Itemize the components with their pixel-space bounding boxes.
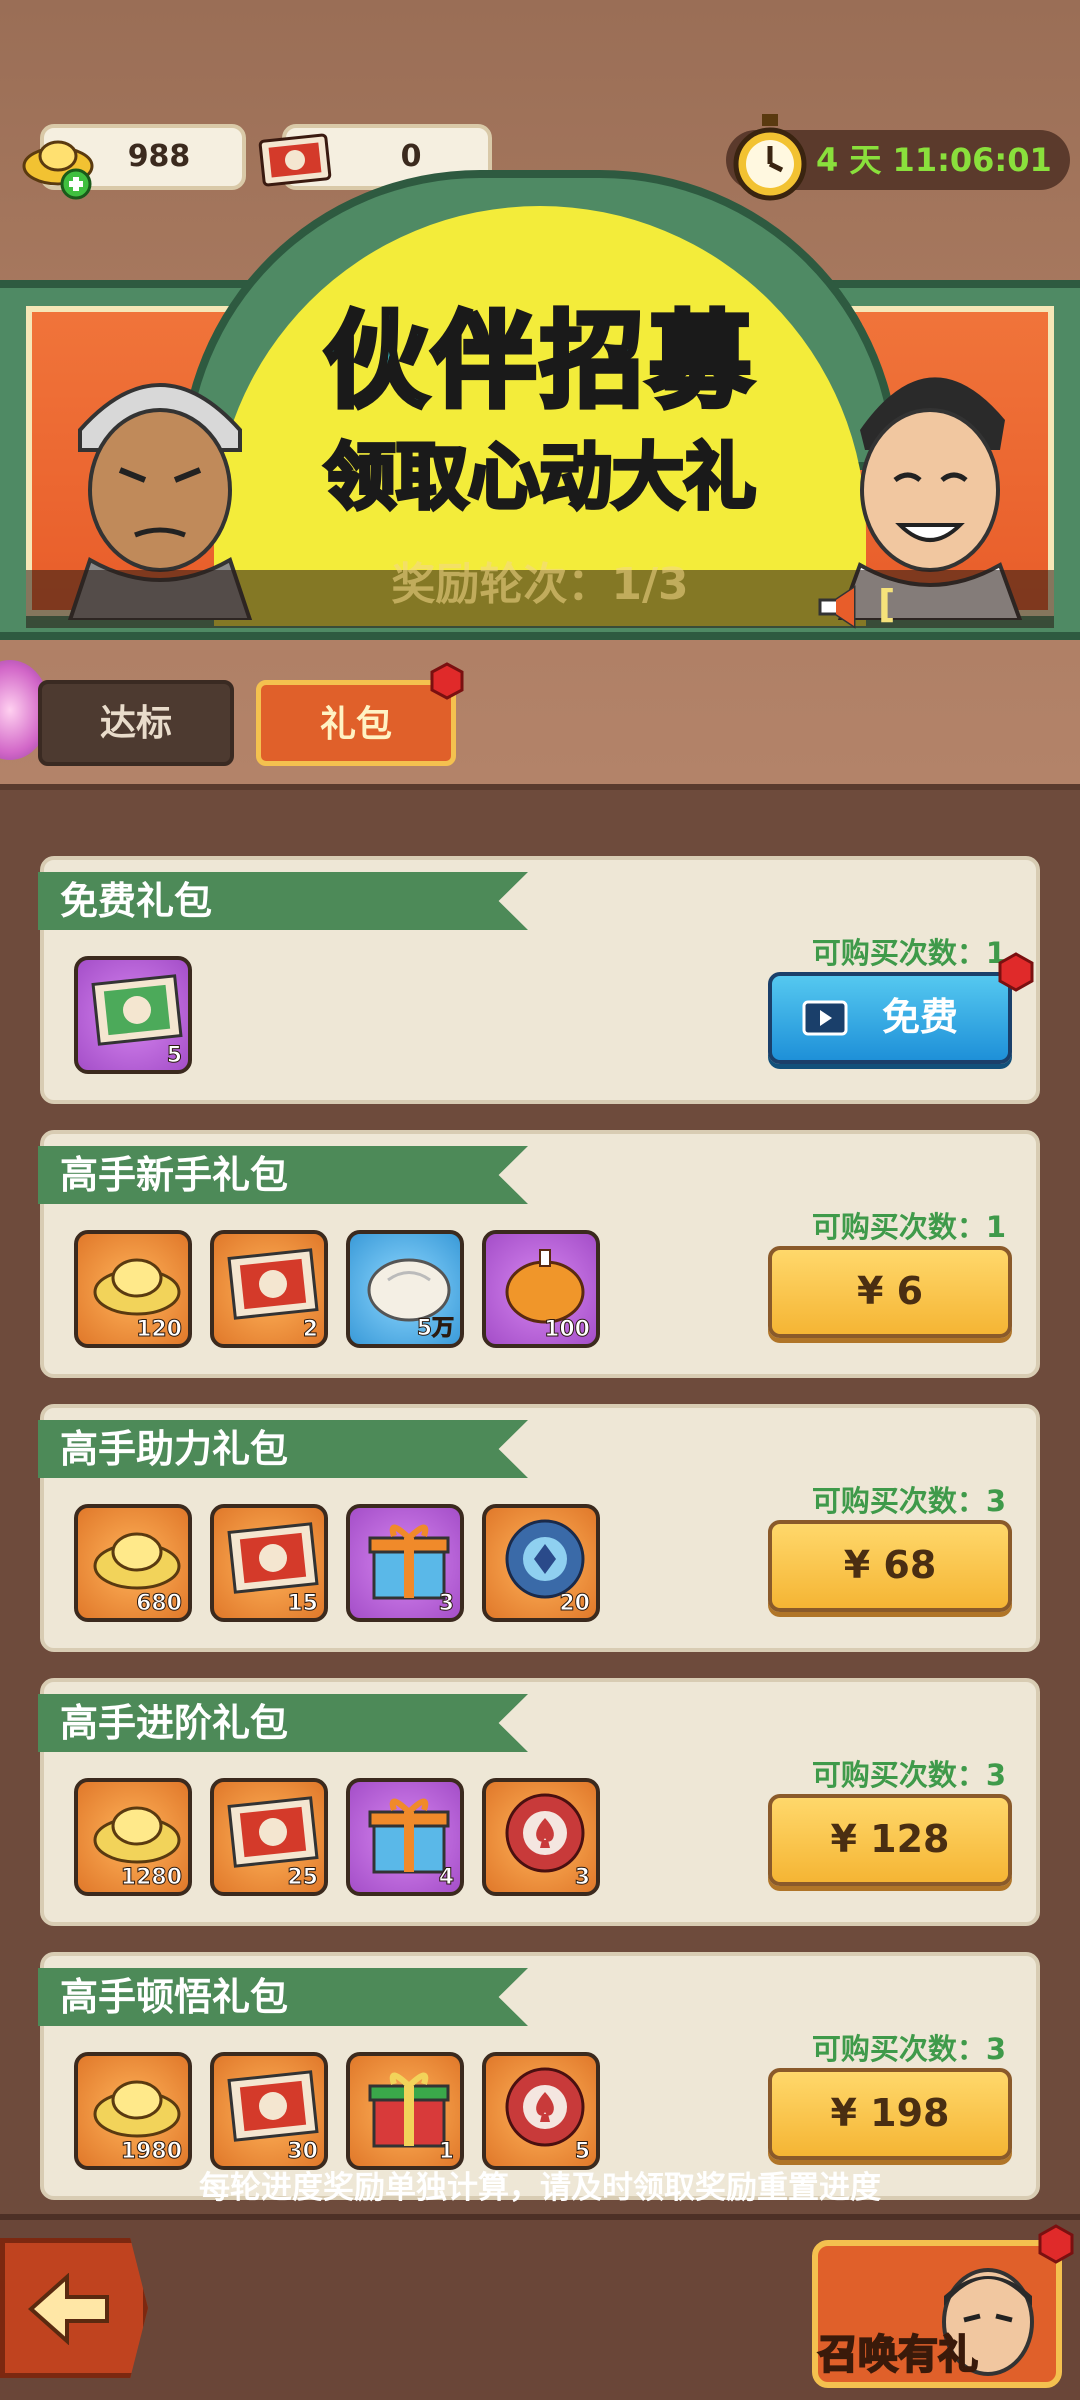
pack-item[interactable]: 100 [482, 1230, 600, 1348]
pack-item[interactable]: 30 [210, 2052, 328, 2170]
pack-item[interactable]: 680 [74, 1504, 192, 1622]
notification-dot-icon [998, 952, 1034, 992]
pack-item[interactable]: 2 [210, 1230, 328, 1348]
gift-pack-card: 高手新手礼包 可购买次数：1 120 2 5万 100 ¥ 6 [38, 1130, 1040, 1378]
item-quantity: 4 [438, 1865, 454, 1891]
item-quantity: 120 [136, 1317, 183, 1343]
gift-pack-list[interactable]: 免费礼包 可购买次数：1 5 免费 高手新手礼包 可购买次数：1 120 2 5… [0, 784, 1080, 2214]
item-quantity: 3 [574, 1865, 590, 1891]
gold-value: 988 [127, 139, 191, 174]
banner-title: 伙伴招募 [321, 298, 756, 425]
item-quantity: 1280 [120, 1865, 182, 1891]
purchase-limit: 可购买次数：1 [811, 1210, 1006, 1244]
progress-note: 每轮进度奖励单独计算，请及时领取奖励重置进度 [199, 2170, 881, 2206]
tab-gift[interactable]: 礼包 [256, 680, 456, 766]
pack-item[interactable]: 5 [74, 956, 192, 1074]
pack-item[interactable]: 1280 [74, 1778, 192, 1896]
notification-dot-icon [430, 662, 464, 700]
stopwatch-icon [733, 114, 807, 201]
video-ad-icon [802, 1000, 848, 1036]
pack-item[interactable]: 4 [346, 1778, 464, 1896]
pack-item[interactable]: 5 [482, 2052, 600, 2170]
pack-item[interactable]: 120 [74, 1230, 192, 1348]
item-quantity: 3 [438, 1591, 454, 1617]
announcement-ticker: [ [878, 582, 896, 626]
item-quantity: 25 [287, 1865, 319, 1891]
item-quantity: 20 [559, 1591, 591, 1617]
buy-button[interactable]: ¥ 128 [768, 1794, 1012, 1886]
summon-label: 召唤有礼 [817, 2331, 979, 2379]
tab-standard[interactable]: 达标 [38, 680, 234, 766]
back-arrow-icon [27, 2273, 109, 2345]
pack-title: 免费礼包 [60, 879, 213, 923]
item-quantity: 1 [438, 2139, 454, 2165]
item-quantity: 2 [302, 1317, 318, 1343]
pack-title: 高手进阶礼包 [60, 1701, 289, 1745]
banner-subtitle: 领取心动大礼 [322, 433, 758, 521]
reward-round-text: 奖励轮次：1/3 [391, 559, 689, 610]
notification-dot-icon [1038, 2224, 1074, 2264]
item-quantity: 680 [136, 1591, 183, 1617]
pack-title: 高手顿悟礼包 [60, 1975, 289, 2019]
gold-ingot-add-icon[interactable] [18, 128, 98, 200]
back-button[interactable] [0, 2238, 148, 2378]
pack-item[interactable]: 3 [346, 1504, 464, 1622]
item-quantity: 5万 [416, 1316, 454, 1342]
purchase-limit: 可购买次数：3 [811, 1758, 1006, 1792]
item-quantity: 30 [287, 2139, 319, 2165]
buy-button[interactable]: ¥ 6 [768, 1246, 1012, 1338]
pack-item[interactable]: 5万 [346, 1230, 464, 1348]
purchase-limit: 可购买次数：3 [811, 2032, 1006, 2066]
pack-item[interactable]: 1 [346, 2052, 464, 2170]
item-quantity: 15 [287, 1591, 319, 1617]
gift-pack-card: 免费礼包 可购买次数：1 5 免费 [38, 856, 1040, 1104]
megaphone-icon [818, 585, 856, 629]
free-button-label: 免费 [881, 995, 958, 1039]
pack-item[interactable]: 15 [210, 1504, 328, 1622]
buy-button[interactable]: ¥ 198 [768, 2068, 1012, 2160]
item-quantity: 5 [574, 2139, 590, 2165]
pack-item[interactable]: 20 [482, 1504, 600, 1622]
purchase-limit: 可购买次数：3 [811, 1484, 1006, 1518]
pack-item[interactable]: 25 [210, 1778, 328, 1896]
purchase-limit: 可购买次数：1 [811, 936, 1006, 970]
item-quantity: 1980 [120, 2139, 182, 2165]
pack-item[interactable]: 1980 [74, 2052, 192, 2170]
pack-title: 高手新手礼包 [60, 1153, 289, 1197]
gao-ticket-icon [258, 133, 332, 187]
pack-title: 高手助力礼包 [60, 1427, 289, 1471]
gift-pack-card: 高手进阶礼包 可购买次数：3 1280 25 4 3 ¥ 128 [38, 1678, 1040, 1926]
pack-item[interactable]: 3 [482, 1778, 600, 1896]
countdown-timer: 4 天 11:06:01 [816, 141, 1052, 179]
gift-pack-card: 高手助力礼包 可购买次数：3 680 15 3 20 ¥ 68 [38, 1404, 1040, 1652]
item-quantity: 5 [166, 1043, 182, 1069]
item-quantity: 100 [544, 1317, 591, 1343]
free-claim-button[interactable]: 免费 [768, 972, 1012, 1064]
buy-button[interactable]: ¥ 68 [768, 1520, 1012, 1612]
